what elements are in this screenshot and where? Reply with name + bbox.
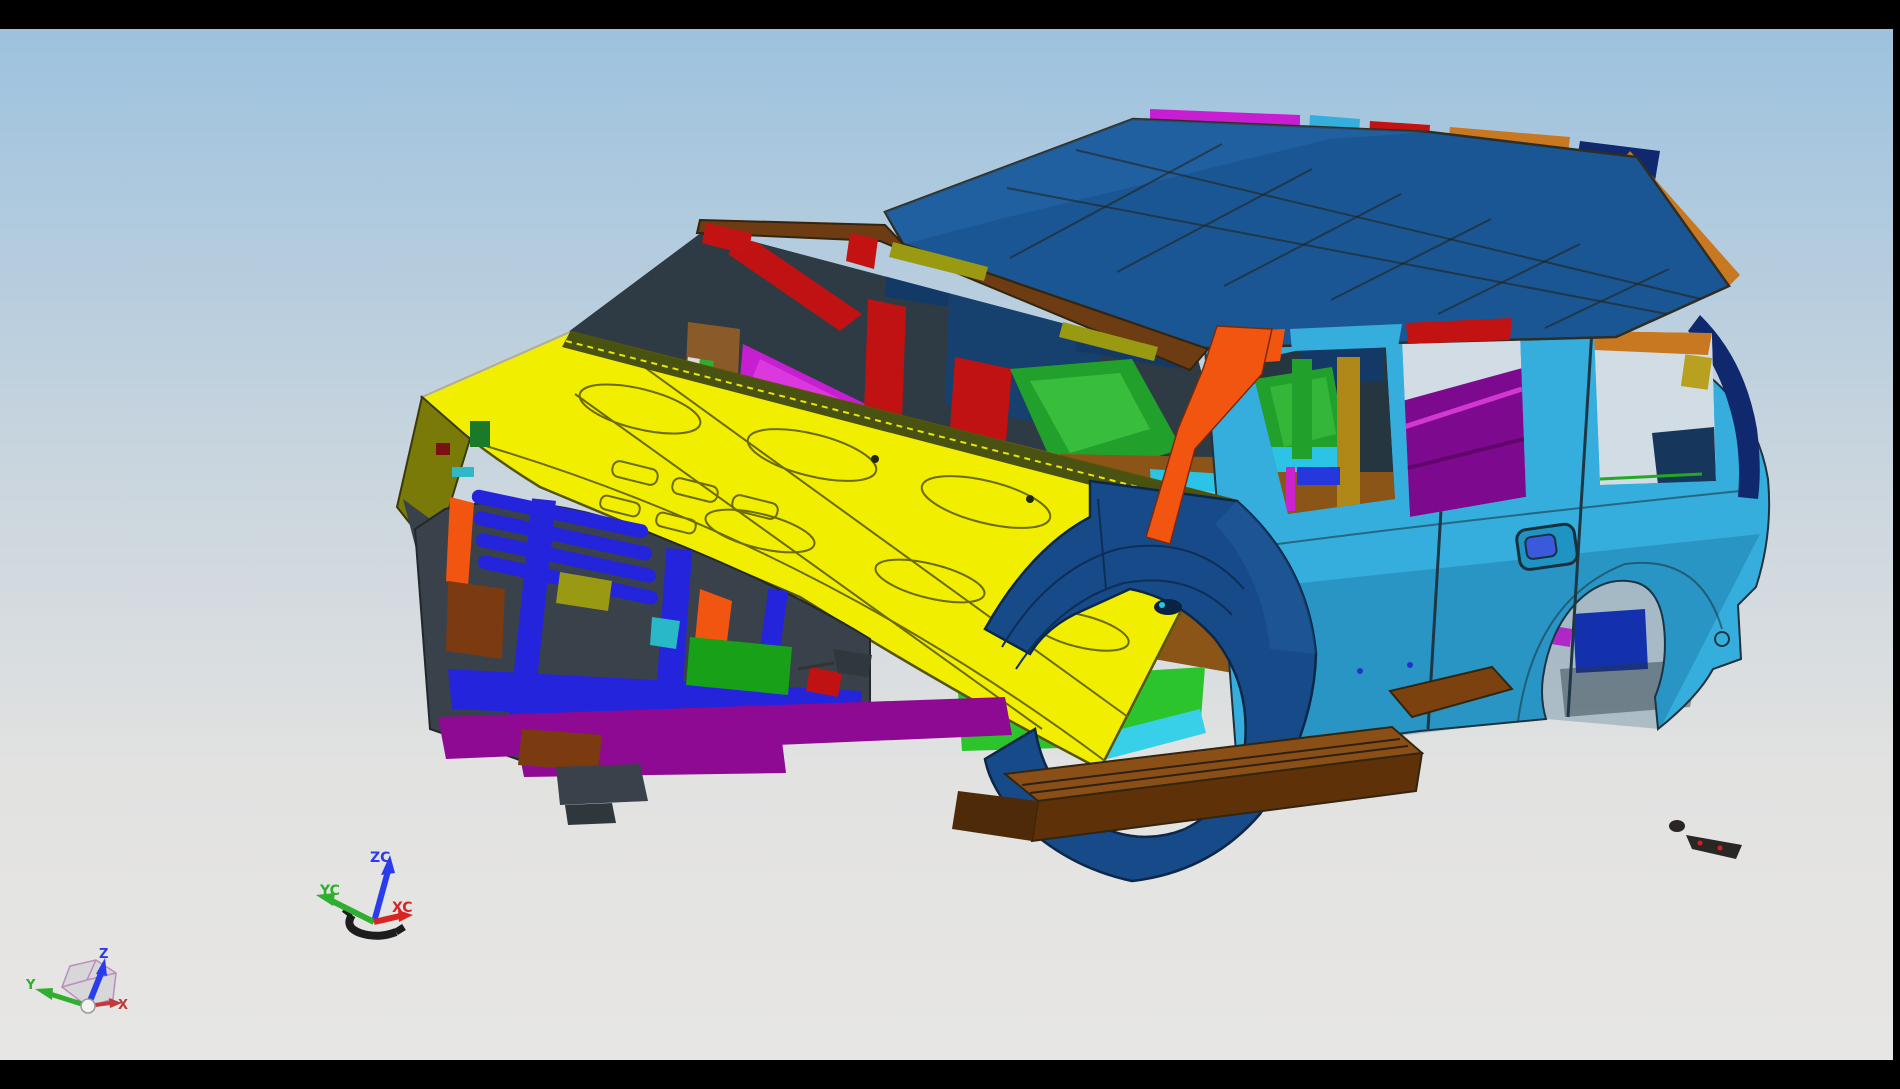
- wcs-x-label: XC: [392, 900, 413, 916]
- loose-part-right[interactable]: [1669, 820, 1742, 859]
- loose-part-front[interactable]: [556, 764, 648, 825]
- window-right-frame: [1893, 0, 1900, 1060]
- wcs-z-label: ZC: [370, 850, 390, 866]
- door-handle[interactable]: [1515, 523, 1578, 571]
- abs-x-label: X: [118, 998, 128, 1013]
- abs-y-label: Y: [25, 978, 36, 993]
- window-top-frame: [0, 0, 1900, 29]
- abs-csys-triad: Z Y X: [25, 947, 128, 1013]
- rear-door-window[interactable]: [1402, 331, 1526, 517]
- cad-3d-viewport[interactable]: ZC YC XC Z Y X: [0, 29, 1893, 1060]
- model-scene: ZC YC XC Z Y X: [0, 29, 1900, 1089]
- wcs-triad[interactable]: ZC YC XC: [316, 850, 413, 936]
- wcs-z-axis[interactable]: [374, 871, 388, 922]
- quarter-window[interactable]: [1594, 331, 1716, 485]
- wcs-y-label: YC: [319, 883, 340, 899]
- abs-z-label: Z: [99, 947, 108, 962]
